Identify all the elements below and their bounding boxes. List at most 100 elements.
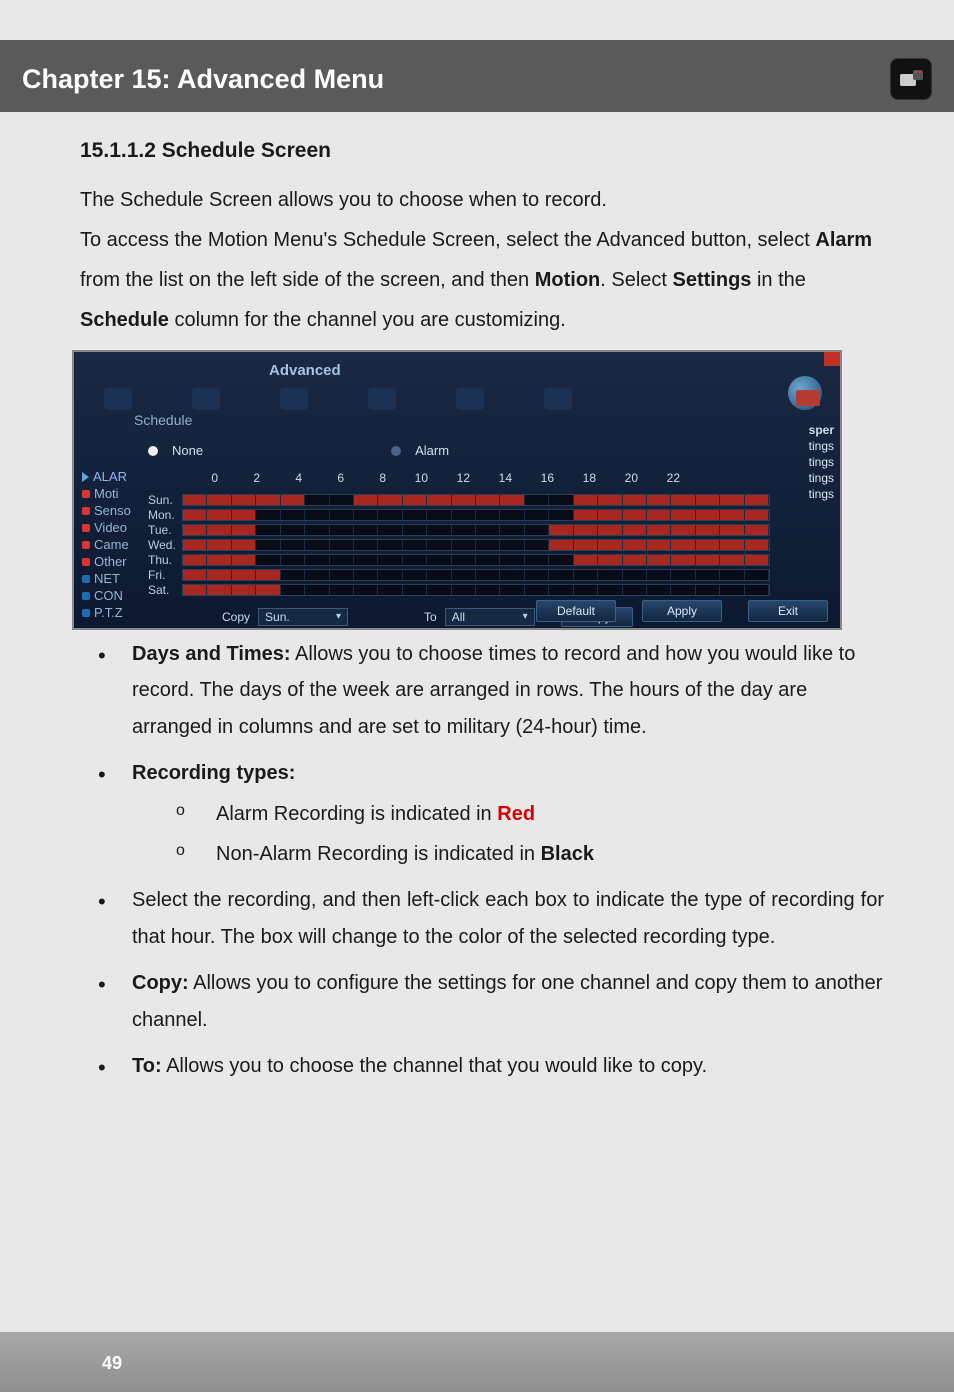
schedule-cell[interactable] <box>671 495 695 505</box>
hour-blocks[interactable] <box>182 539 770 551</box>
schedule-cell[interactable] <box>476 555 500 565</box>
schedule-cell[interactable] <box>207 495 231 505</box>
schedule-cell[interactable] <box>647 510 671 520</box>
schedule-cell[interactable] <box>525 555 549 565</box>
side-alarm[interactable]: ALAR <box>82 468 146 485</box>
schedule-cell[interactable] <box>574 540 598 550</box>
copy-to-select[interactable]: All▾ <box>445 608 535 626</box>
schedule-cell[interactable] <box>720 540 744 550</box>
schedule-cell[interactable] <box>452 555 476 565</box>
schedule-cell[interactable] <box>256 495 280 505</box>
schedule-cell[interactable] <box>305 555 329 565</box>
schedule-cell[interactable] <box>476 570 500 580</box>
schedule-cell[interactable] <box>330 495 354 505</box>
schedule-cell[interactable] <box>598 525 622 535</box>
schedule-cell[interactable] <box>549 525 573 535</box>
schedule-cell[interactable] <box>207 555 231 565</box>
schedule-cell[interactable] <box>354 570 378 580</box>
schedule-cell[interactable] <box>696 585 720 595</box>
schedule-cell[interactable] <box>671 555 695 565</box>
schedule-cell[interactable] <box>256 570 280 580</box>
schedule-cell[interactable] <box>745 555 769 565</box>
hour-blocks[interactable] <box>182 569 770 581</box>
schedule-cell[interactable] <box>281 525 305 535</box>
side-sensor[interactable]: Senso <box>82 502 146 519</box>
side-con[interactable]: CON <box>82 587 146 604</box>
schedule-cell[interactable] <box>745 540 769 550</box>
schedule-cell[interactable] <box>745 525 769 535</box>
schedule-cell[interactable] <box>500 570 524 580</box>
schedule-cell[interactable] <box>696 510 720 520</box>
schedule-cell[interactable] <box>207 540 231 550</box>
schedule-cell[interactable] <box>647 555 671 565</box>
schedule-cell[interactable] <box>232 555 256 565</box>
schedule-cell[interactable] <box>696 555 720 565</box>
schedule-cell[interactable] <box>207 585 231 595</box>
schedule-cell[interactable] <box>183 510 207 520</box>
schedule-cell[interactable] <box>696 525 720 535</box>
schedule-cell[interactable] <box>232 495 256 505</box>
schedule-cell[interactable] <box>281 540 305 550</box>
schedule-cell[interactable] <box>330 525 354 535</box>
schedule-cell[interactable] <box>330 570 354 580</box>
schedule-cell[interactable] <box>183 525 207 535</box>
side-ptz[interactable]: P.T.Z <box>82 604 146 621</box>
schedule-cell[interactable] <box>330 510 354 520</box>
schedule-cell[interactable] <box>696 540 720 550</box>
schedule-cell[interactable] <box>232 525 256 535</box>
schedule-cell[interactable] <box>305 585 329 595</box>
schedule-cell[interactable] <box>671 540 695 550</box>
schedule-cell[interactable] <box>452 570 476 580</box>
schedule-cell[interactable] <box>574 555 598 565</box>
schedule-cell[interactable] <box>354 555 378 565</box>
schedule-cell[interactable] <box>647 495 671 505</box>
schedule-cell[interactable] <box>256 585 280 595</box>
schedule-cell[interactable] <box>256 555 280 565</box>
schedule-cell[interactable] <box>671 570 695 580</box>
schedule-cell[interactable] <box>574 585 598 595</box>
schedule-cell[interactable] <box>598 570 622 580</box>
schedule-cell[interactable] <box>549 555 573 565</box>
schedule-cell[interactable] <box>281 495 305 505</box>
hour-blocks[interactable] <box>182 494 770 506</box>
schedule-cell[interactable] <box>696 495 720 505</box>
schedule-cell[interactable] <box>354 585 378 595</box>
schedule-cell[interactable] <box>574 510 598 520</box>
schedule-cell[interactable] <box>183 555 207 565</box>
schedule-cell[interactable] <box>207 525 231 535</box>
schedule-cell[interactable] <box>183 570 207 580</box>
schedule-cell[interactable] <box>500 495 524 505</box>
radio-none[interactable] <box>148 446 158 456</box>
schedule-cell[interactable] <box>232 570 256 580</box>
schedule-cell[interactable] <box>427 525 451 535</box>
schedule-cell[interactable] <box>354 525 378 535</box>
schedule-cell[interactable] <box>281 570 305 580</box>
schedule-cell[interactable] <box>281 510 305 520</box>
schedule-cell[interactable] <box>305 495 329 505</box>
schedule-cell[interactable] <box>427 585 451 595</box>
schedule-cell[interactable] <box>476 495 500 505</box>
schedule-cell[interactable] <box>378 540 402 550</box>
schedule-cell[interactable] <box>598 585 622 595</box>
schedule-cell[interactable] <box>647 570 671 580</box>
schedule-cell[interactable] <box>745 585 769 595</box>
schedule-cell[interactable] <box>183 585 207 595</box>
schedule-cell[interactable] <box>207 570 231 580</box>
schedule-cell[interactable] <box>720 555 744 565</box>
schedule-cell[interactable] <box>720 510 744 520</box>
side-net[interactable]: NET <box>82 570 146 587</box>
schedule-cell[interactable] <box>452 495 476 505</box>
schedule-cell[interactable] <box>427 540 451 550</box>
schedule-cell[interactable] <box>427 510 451 520</box>
schedule-cell[interactable] <box>256 510 280 520</box>
schedule-cell[interactable] <box>745 570 769 580</box>
schedule-cell[interactable] <box>183 495 207 505</box>
schedule-cell[interactable] <box>452 510 476 520</box>
close-icon[interactable] <box>824 352 840 366</box>
schedule-cell[interactable] <box>500 555 524 565</box>
schedule-cell[interactable] <box>549 495 573 505</box>
schedule-cell[interactable] <box>354 495 378 505</box>
schedule-cell[interactable] <box>378 555 402 565</box>
schedule-cell[interactable] <box>476 525 500 535</box>
schedule-cell[interactable] <box>598 510 622 520</box>
